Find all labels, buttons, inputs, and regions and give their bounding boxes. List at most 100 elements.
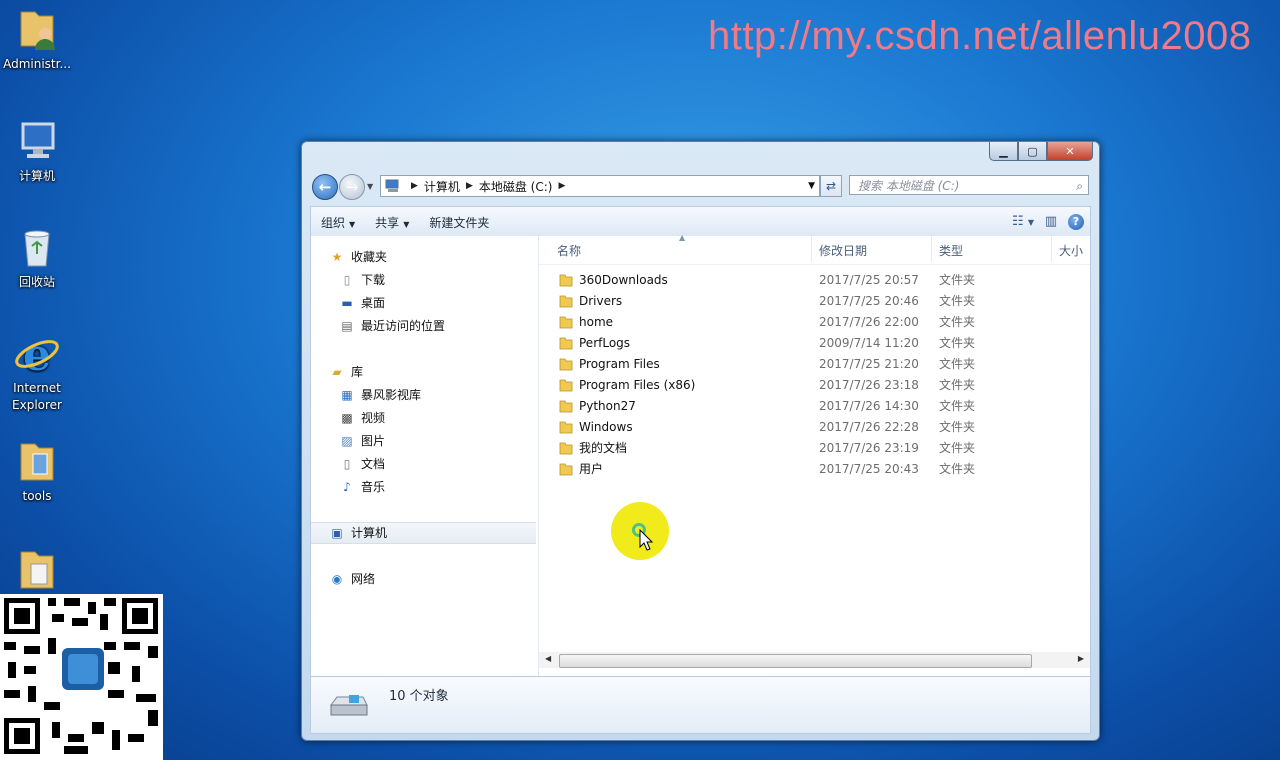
refresh-button[interactable]: ⇄ — [820, 175, 842, 197]
breadcrumb-separator-icon[interactable]: ▶ — [558, 181, 565, 191]
desktop-icon-ie[interactable]: e Internet Explorer — [0, 330, 74, 414]
nav-computer[interactable]: ▣ 计算机 — [311, 522, 536, 544]
desktop-icon-recycle-bin[interactable]: 回收站 — [0, 224, 74, 291]
file-type: 文件夹 — [939, 399, 976, 413]
minimize-button[interactable]: ▁ — [989, 142, 1018, 161]
folder-icon — [559, 421, 573, 434]
column-header-size[interactable]: 大小 — [1059, 242, 1083, 259]
nav-pictures[interactable]: ▨ 图片 — [339, 430, 385, 452]
column-divider[interactable] — [931, 236, 932, 262]
recent-places-icon: ▤ — [341, 319, 353, 333]
nav-label: 计算机 — [351, 526, 388, 540]
file-date: 2017/7/25 20:57 — [819, 273, 919, 287]
column-header-type[interactable]: 类型 — [939, 242, 963, 259]
video-icon: ▩ — [341, 411, 353, 425]
computer-icon: ▣ — [331, 526, 343, 540]
file-row[interactable]: Drivers 2017/7/25 20:46 文件夹 — [539, 291, 1090, 312]
scroll-right-icon[interactable]: ▶ — [1078, 654, 1084, 663]
nav-label: 收藏夹 — [351, 250, 388, 264]
nav-desktop[interactable]: ▬ 桌面 — [339, 292, 385, 314]
file-row[interactable]: 我的文档 2017/7/26 23:19 文件夹 — [539, 438, 1090, 459]
folder-icon — [559, 316, 573, 329]
column-divider[interactable] — [811, 236, 812, 262]
help-icon[interactable]: ? — [1068, 214, 1084, 230]
organize-button[interactable]: 组织 ▼ — [311, 214, 365, 231]
file-row[interactable]: 用户 2017/7/25 20:43 文件夹 — [539, 459, 1090, 480]
svg-text:e: e — [23, 330, 51, 378]
explorer-window[interactable]: ▁ ▢ ✕ ← → ▼ ▶ 计算机 ▶ 本地磁盘 (C:) ▶ ▼ ⇄ 搜索 本… — [301, 141, 1100, 741]
address-bar[interactable]: ▶ 计算机 ▶ 本地磁盘 (C:) ▶ ▼ — [380, 175, 820, 197]
organize-label: 组织 — [321, 215, 346, 230]
horizontal-scrollbar[interactable]: ◀ ▶ — [539, 652, 1090, 668]
address-history-dropdown-icon[interactable]: ▼ — [808, 181, 815, 191]
scroll-left-icon[interactable]: ◀ — [545, 654, 551, 663]
file-date: 2017/7/26 14:30 — [819, 399, 919, 413]
desktop-icon-folder[interactable] — [0, 546, 74, 596]
navigation-pane: ★ 收藏夹 ▯ 下载 ▬ 桌面 ▤ 最近访问的位置 ▰ 库 ▦ 暴风影视库 ▩ 视频 ▨ 图片 … — [311, 236, 539, 676]
nav-downloads[interactable]: ▯ 下载 — [339, 269, 385, 291]
nav-documents[interactable]: ▯ 文档 — [339, 453, 385, 475]
new-folder-button[interactable]: 新建文件夹 — [419, 214, 499, 231]
file-date: 2017/7/25 20:46 — [819, 294, 919, 308]
forward-button[interactable]: → — [339, 174, 365, 200]
share-button[interactable]: 共享 ▼ — [365, 214, 419, 231]
window-caption-buttons: ▁ ▢ ✕ — [989, 142, 1093, 161]
file-type: 文件夹 — [939, 462, 976, 476]
nav-libraries[interactable]: ▰ 库 — [329, 361, 363, 383]
command-toolbar: 组织 ▼ 共享 ▼ 新建文件夹 ☷ ▼ ▥ ? — [310, 206, 1091, 238]
desktop-icon-label: tools — [22, 489, 52, 503]
file-name: Python27 — [579, 399, 636, 413]
nav-recent[interactable]: ▤ 最近访问的位置 — [339, 315, 445, 337]
column-header-name[interactable]: 名称 — [557, 242, 581, 259]
back-button[interactable]: ← — [312, 174, 338, 200]
file-row[interactable]: home 2017/7/26 22:00 文件夹 — [539, 312, 1090, 333]
nav-label: 视频 — [361, 411, 386, 425]
nav-favorites[interactable]: ★ 收藏夹 — [329, 246, 387, 268]
search-icon[interactable]: ⌕ — [1076, 176, 1083, 196]
star-icon: ★ — [331, 250, 343, 264]
desktop-icon-computer[interactable]: 计算机 — [0, 118, 74, 185]
breadcrumb-separator-icon[interactable]: ▶ — [411, 181, 418, 191]
file-row[interactable]: Program Files 2017/7/25 21:20 文件夹 — [539, 354, 1090, 375]
scrollbar-thumb[interactable] — [559, 654, 1032, 668]
nav-videos[interactable]: ▩ 视频 — [339, 407, 385, 429]
maximize-button[interactable]: ▢ — [1018, 142, 1047, 161]
nav-label: 最近访问的位置 — [361, 319, 446, 333]
file-type: 文件夹 — [939, 420, 976, 434]
desktop-icon-administrator[interactable]: Administr... — [0, 6, 74, 73]
picture-icon: ▨ — [341, 434, 353, 448]
file-row[interactable]: PerfLogs 2009/7/14 11:20 文件夹 — [539, 333, 1090, 354]
preview-pane-icon[interactable]: ▥ — [1040, 213, 1062, 231]
sort-ascending-icon: ▲ — [679, 233, 686, 242]
nav-label: 桌面 — [361, 296, 386, 310]
file-type: 文件夹 — [939, 336, 976, 350]
file-date: 2009/7/14 11:20 — [819, 336, 919, 350]
folder-icon — [559, 379, 573, 392]
nav-storm-library[interactable]: ▦ 暴风影视库 — [339, 384, 421, 406]
view-options-icon[interactable]: ☷ ▼ — [1012, 213, 1034, 231]
column-headers: 名称 ▲ 修改日期 类型 大小 — [539, 233, 1090, 265]
close-button[interactable]: ✕ — [1047, 142, 1093, 161]
nav-network[interactable]: ◉ 网络 — [329, 568, 375, 590]
nav-label: 下载 — [361, 273, 386, 287]
file-row[interactable]: Windows 2017/7/26 22:28 文件夹 — [539, 417, 1090, 438]
breadcrumb-computer[interactable]: 计算机 — [424, 178, 460, 195]
desktop-icon: ▬ — [341, 296, 353, 310]
search-input[interactable]: 搜索 本地磁盘 (C:) ⌕ — [849, 175, 1089, 195]
qr-code — [0, 594, 163, 760]
nav-music[interactable]: ♪ 音乐 — [339, 476, 385, 498]
breadcrumb-separator-icon[interactable]: ▶ — [466, 181, 473, 191]
folder-icon — [559, 463, 573, 476]
recent-pages-dropdown[interactable]: ▼ — [367, 182, 373, 191]
film-icon: ▦ — [341, 388, 353, 402]
file-row[interactable]: 360Downloads 2017/7/25 20:57 文件夹 — [539, 270, 1090, 291]
file-type: 文件夹 — [939, 294, 976, 308]
file-row[interactable]: Python27 2017/7/26 14:30 文件夹 — [539, 396, 1090, 417]
file-row[interactable]: Program Files (x86) 2017/7/26 23:18 文件夹 — [539, 375, 1090, 396]
breadcrumb-drive[interactable]: 本地磁盘 (C:) — [479, 178, 553, 195]
recycle-bin-icon — [24, 230, 50, 267]
file-name: Program Files — [579, 357, 660, 371]
desktop-icon-tools[interactable]: tools — [0, 438, 74, 505]
column-divider[interactable] — [1051, 236, 1052, 262]
column-header-date[interactable]: 修改日期 — [819, 242, 867, 259]
